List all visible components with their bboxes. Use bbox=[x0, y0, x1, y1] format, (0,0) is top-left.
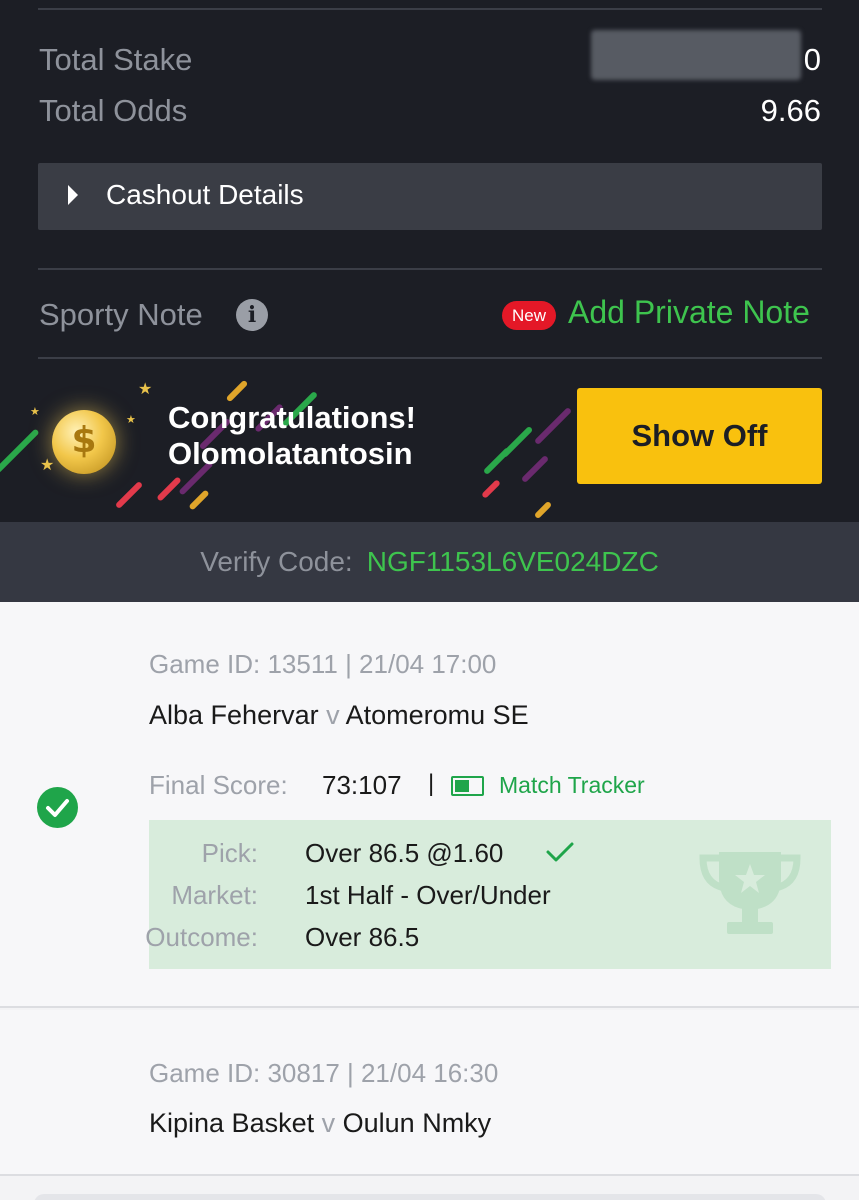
game-id: Game ID: 13511 | 21/04 17:00 bbox=[149, 649, 497, 679]
outcome-label: Outcome: bbox=[145, 922, 258, 952]
cashout-details-toggle[interactable]: Cashout Details bbox=[38, 163, 822, 230]
market-label: Market: bbox=[171, 880, 258, 910]
confetti-streak bbox=[520, 454, 550, 484]
separator: | bbox=[428, 770, 435, 797]
check-icon bbox=[546, 842, 574, 862]
match-tracker-link[interactable]: Match Tracker bbox=[499, 772, 645, 799]
show-off-button[interactable]: Show Off bbox=[577, 388, 822, 484]
divider bbox=[38, 268, 822, 270]
outcome-value: Over 86.5 bbox=[305, 922, 420, 952]
caret-right-icon bbox=[68, 185, 78, 205]
divider bbox=[38, 357, 822, 359]
confetti-streak bbox=[533, 500, 553, 520]
new-badge: New bbox=[502, 301, 557, 330]
verify-code-label: Verify Code: bbox=[200, 546, 353, 577]
star-icon: ★ bbox=[30, 406, 40, 418]
trophy-icon bbox=[699, 852, 801, 934]
confetti-streak bbox=[533, 406, 573, 446]
confetti-streak bbox=[500, 425, 534, 459]
match-teams: Kipina Basket v Oulun Nmky bbox=[149, 1108, 491, 1139]
add-private-note-link[interactable]: Add Private Note bbox=[568, 294, 810, 331]
pick-value: Over 86.5 @1.60 bbox=[305, 838, 504, 868]
pick-label: Pick: bbox=[201, 838, 258, 868]
stake-redaction bbox=[591, 30, 801, 80]
bet-card bbox=[0, 1010, 859, 1176]
verify-code-bar: Verify Code: NGF1153L6VE024DZC bbox=[0, 522, 859, 602]
confetti-streak bbox=[114, 480, 144, 510]
confetti-streak bbox=[156, 476, 182, 502]
total-odds-value: 9.66 bbox=[760, 93, 821, 128]
bottom-action-bar[interactable] bbox=[34, 1194, 826, 1200]
market-value: 1st Half - Over/Under bbox=[305, 880, 551, 910]
check-circle-icon bbox=[37, 787, 78, 828]
final-score-label: Final Score: bbox=[149, 770, 288, 800]
home-team: Kipina Basket bbox=[149, 1108, 315, 1138]
confetti-streak bbox=[481, 479, 501, 499]
star-icon: ★ bbox=[138, 381, 153, 398]
total-stake-label: Total Stake bbox=[39, 42, 193, 77]
vs-label: v bbox=[326, 700, 340, 730]
away-team: Atomeromu SE bbox=[345, 700, 529, 730]
final-score-value: 73:107 bbox=[322, 770, 402, 800]
coin-icon: $ bbox=[52, 410, 116, 474]
congrats-title: Congratulations! bbox=[168, 400, 416, 435]
away-team: Oulun Nmky bbox=[342, 1108, 492, 1138]
cashout-details-label: Cashout Details bbox=[106, 179, 304, 210]
match-teams: Alba Fehervar v Atomeromu SE bbox=[149, 700, 529, 731]
selection-details: Pick: Over 86.5 @1.60 Market: 1st Half -… bbox=[145, 820, 831, 969]
game-id: Game ID: 30817 | 21/04 16:30 bbox=[149, 1058, 499, 1088]
home-team: Alba Fehervar bbox=[149, 700, 319, 730]
total-odds-label: Total Odds bbox=[39, 93, 188, 128]
match-tracker-icon[interactable] bbox=[451, 776, 484, 796]
info-icon[interactable]: i bbox=[236, 299, 268, 331]
confetti-streak bbox=[0, 428, 40, 474]
congrats-message: Congratulations! Olomolatantosin bbox=[168, 400, 416, 472]
congrats-username: Olomolatantosin bbox=[168, 436, 413, 471]
verify-code-value[interactable]: NGF1153L6VE024DZC bbox=[367, 546, 659, 577]
star-icon: ★ bbox=[126, 414, 136, 426]
total-stake-value: 0 bbox=[803, 42, 821, 77]
confetti-streak bbox=[225, 379, 249, 403]
vs-label: v bbox=[321, 1108, 336, 1138]
divider bbox=[38, 8, 822, 10]
sporty-note-label: Sporty Note bbox=[39, 297, 203, 332]
confetti-streak bbox=[188, 489, 210, 511]
